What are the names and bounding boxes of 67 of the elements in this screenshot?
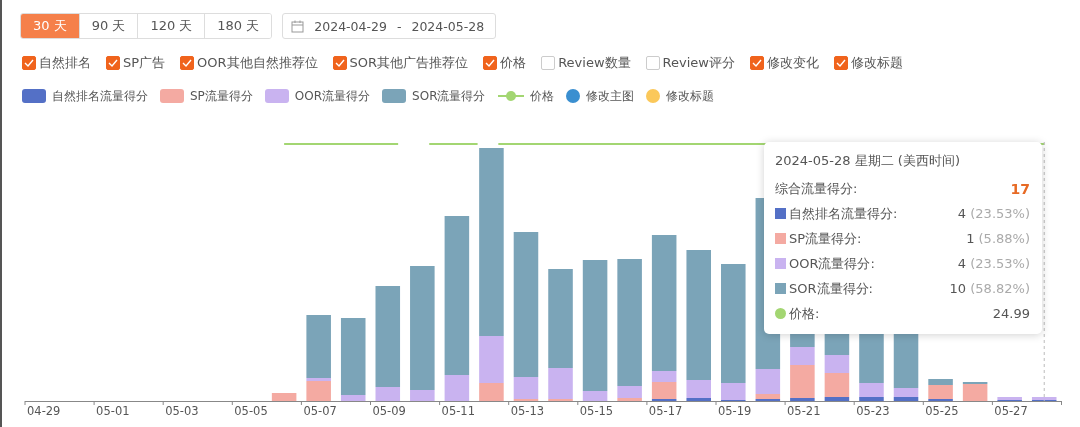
checkbox-label: 价格 [500,54,527,72]
checkbox-label: 自然排名 [39,54,91,72]
legend-line-icon[interactable] [497,90,524,102]
checkbox[interactable] [332,56,347,70]
legend-label: 价格 [529,87,554,105]
tooltip-label: SOR流量得分: [789,279,873,298]
checkbox[interactable] [645,56,660,70]
tooltip-value: 24.99 [992,306,1030,321]
axis-label: 05-15 [578,404,614,418]
checkbox[interactable] [483,56,498,70]
checkbox-label: SOR其他广告推荐位 [349,54,469,72]
tooltip-value: 1 [966,231,975,246]
axis-label: 05-25 [924,404,959,418]
legend-label: SP流量得分 [190,87,253,105]
tooltip-title: 2024-05-28 星期二 (美西时间) [775,152,961,170]
date-range-field[interactable]: 2024-04-29 - 2024-05-28 [282,13,497,39]
legend-label: 自然排名流量得分 [52,87,148,105]
tooltip-label: 自然排名流量得分: [789,204,898,223]
axis-label: 05-27 [993,404,1028,418]
axis-label: 05-21 [786,404,821,418]
legend-swatch[interactable] [160,89,184,103]
axis-label: 05-17 [647,404,683,418]
total-label: 综合流量得分: [775,179,859,198]
checkbox-label: SP广告 [123,54,166,72]
axis-label: 05-05 [233,404,268,418]
legend-swatch[interactable] [22,89,46,103]
axis-label: 04-29 [26,404,61,418]
axis-label: 05-19 [716,404,752,418]
tooltip-percent: (5.88%) [977,231,1030,246]
checkbox-label: 修改变化 [766,54,819,72]
legend-dot[interactable] [565,89,580,103]
checkbox-label: OOR其他自然推荐位 [197,54,318,72]
axis-label: 05-09 [371,404,406,418]
total-value: 17 [1010,180,1030,197]
checkbox-label: 修改标题 [850,54,903,72]
tooltip-percent: (58.82%) [969,281,1030,296]
tooltip-label: 价格: [789,304,820,323]
axis-label: 05-07 [302,404,337,418]
checkbox[interactable] [833,56,848,70]
legend-label: 修改主图 [585,87,634,105]
checkbox-label: Review数量 [558,54,631,72]
tooltip-value: 4 [957,206,967,221]
calendar-icon [291,19,305,33]
checkbox-label: Review评分 [662,54,735,72]
legend-swatch[interactable] [264,89,289,103]
legend-label: SOR流量得分 [412,87,486,105]
checkbox[interactable] [22,56,36,70]
axis-label: 05-03 [164,404,199,418]
checkbox[interactable] [106,56,120,70]
bar-segment [271,393,297,401]
tooltip-percent: (23.53%) [969,256,1030,271]
tooltip-percent: (23.53%) [969,206,1030,221]
tooltip-label: SP流量得分: [789,229,862,248]
tooltip-value: 4 [957,256,967,271]
checkbox[interactable] [541,56,556,70]
tooltip-label: OOR流量得分: [789,254,875,273]
axis-label: 05-01 [95,404,130,418]
legend-swatch[interactable] [382,89,407,103]
axis-label: 05-13 [509,404,545,418]
axis-label: 05-23 [855,404,890,418]
legend-dot[interactable] [645,89,660,103]
legend-label: OOR流量得分 [294,87,371,105]
axis-label: 05-11 [440,404,475,418]
checkbox[interactable] [749,56,764,70]
legend-label: 修改标题 [665,87,714,105]
tooltip-value: 10 [949,281,967,296]
checkbox[interactable] [180,56,195,70]
